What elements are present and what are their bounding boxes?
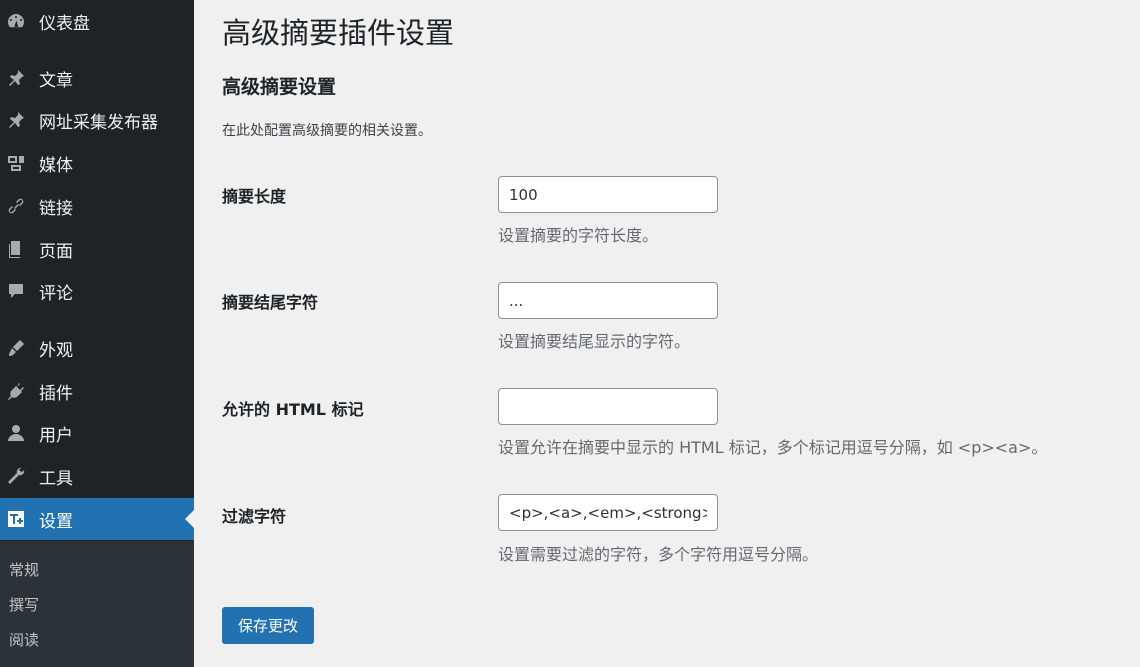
media-icon <box>5 152 27 174</box>
submenu-item-reading[interactable]: 阅读 <box>9 629 39 650</box>
sidebar-item-url-collector[interactable]: 网址采集发布器 <box>0 99 194 141</box>
sidebar-item-plugins[interactable]: 插件 <box>0 370 194 412</box>
sidebar-item-label: 网址采集发布器 <box>39 112 158 133</box>
page-title: 高级摘要插件设置 <box>222 16 455 50</box>
sidebar-item-label: 评论 <box>39 283 73 304</box>
allowed-html-description: 设置允许在摘要中显示的 HTML 标记，多个标记用逗号分隔，如 <p><a>。 <box>498 438 1048 457</box>
sidebar-item-posts[interactable]: 文章 <box>0 57 194 99</box>
comment-icon <box>5 280 27 302</box>
filter-chars-description: 设置需要过滤的字符，多个字符用逗号分隔。 <box>498 545 819 564</box>
excerpt-length-label: 摘要长度 <box>222 187 287 206</box>
sidebar-item-label: 设置 <box>39 511 73 532</box>
excerpt-length-description: 设置摘要的字符长度。 <box>498 226 659 245</box>
sidebar-item-label: 插件 <box>39 383 73 404</box>
sidebar-item-pages[interactable]: 页面 <box>0 228 194 270</box>
tools-icon <box>5 465 27 487</box>
allowed-html-input[interactable] <box>498 388 718 425</box>
filter-chars-label: 过滤字符 <box>222 507 287 526</box>
excerpt-more-description: 设置摘要结尾显示的字符。 <box>498 332 691 351</box>
page-icon <box>5 238 27 260</box>
filter-chars-input[interactable] <box>498 494 718 531</box>
sidebar-item-tools[interactable]: 工具 <box>0 455 194 497</box>
sidebar-item-label: 用户 <box>39 425 73 446</box>
excerpt-length-input[interactable] <box>498 176 718 213</box>
appearance-icon <box>5 337 27 359</box>
user-icon <box>5 422 27 444</box>
submenu-item-general[interactable]: 常规 <box>9 559 39 580</box>
pin-icon <box>5 109 27 131</box>
sidebar-item-dashboard[interactable]: 仪表盘 <box>0 0 194 42</box>
sidebar-item-appearance[interactable]: 外观 <box>0 327 194 369</box>
link-icon <box>5 195 27 217</box>
sidebar-item-label: 页面 <box>39 241 73 262</box>
excerpt-more-label: 摘要结尾字符 <box>222 293 319 312</box>
main-content: 高级摘要插件设置 高级摘要设置 在此处配置高级摘要的相关设置。 摘要长度 设置摘… <box>222 0 1140 667</box>
submenu-item-writing[interactable]: 撰写 <box>9 594 39 615</box>
sidebar-item-label: 媒体 <box>39 155 73 176</box>
sidebar-item-label: 仪表盘 <box>39 13 90 34</box>
dashboard-icon <box>5 10 27 32</box>
section-description: 在此处配置高级摘要的相关设置。 <box>222 123 432 139</box>
sidebar-item-label: 文章 <box>39 70 73 91</box>
pin-icon <box>5 67 27 89</box>
sidebar-item-label: 工具 <box>39 468 73 489</box>
sidebar-item-label: 外观 <box>39 340 73 361</box>
allowed-html-label: 允许的 HTML 标记 <box>222 400 364 419</box>
section-title: 高级摘要设置 <box>222 76 337 98</box>
sidebar-item-settings[interactable]: 设置 <box>0 498 194 540</box>
sidebar-item-links[interactable]: 链接 <box>0 185 194 227</box>
sidebar-item-users[interactable]: 用户 <box>0 412 194 454</box>
admin-sidebar: 仪表盘 文章 网址采集发布器 媒体 链接 页面 评论 外观 插件 用户 工具 设… <box>0 0 194 667</box>
save-changes-button[interactable]: 保存更改 <box>222 607 314 644</box>
excerpt-more-input[interactable] <box>498 282 718 319</box>
settings-icon <box>5 508 27 530</box>
sidebar-item-comments[interactable]: 评论 <box>0 270 194 312</box>
sidebar-item-media[interactable]: 媒体 <box>0 142 194 184</box>
sidebar-item-label: 链接 <box>39 198 73 219</box>
plugin-icon <box>5 380 27 402</box>
